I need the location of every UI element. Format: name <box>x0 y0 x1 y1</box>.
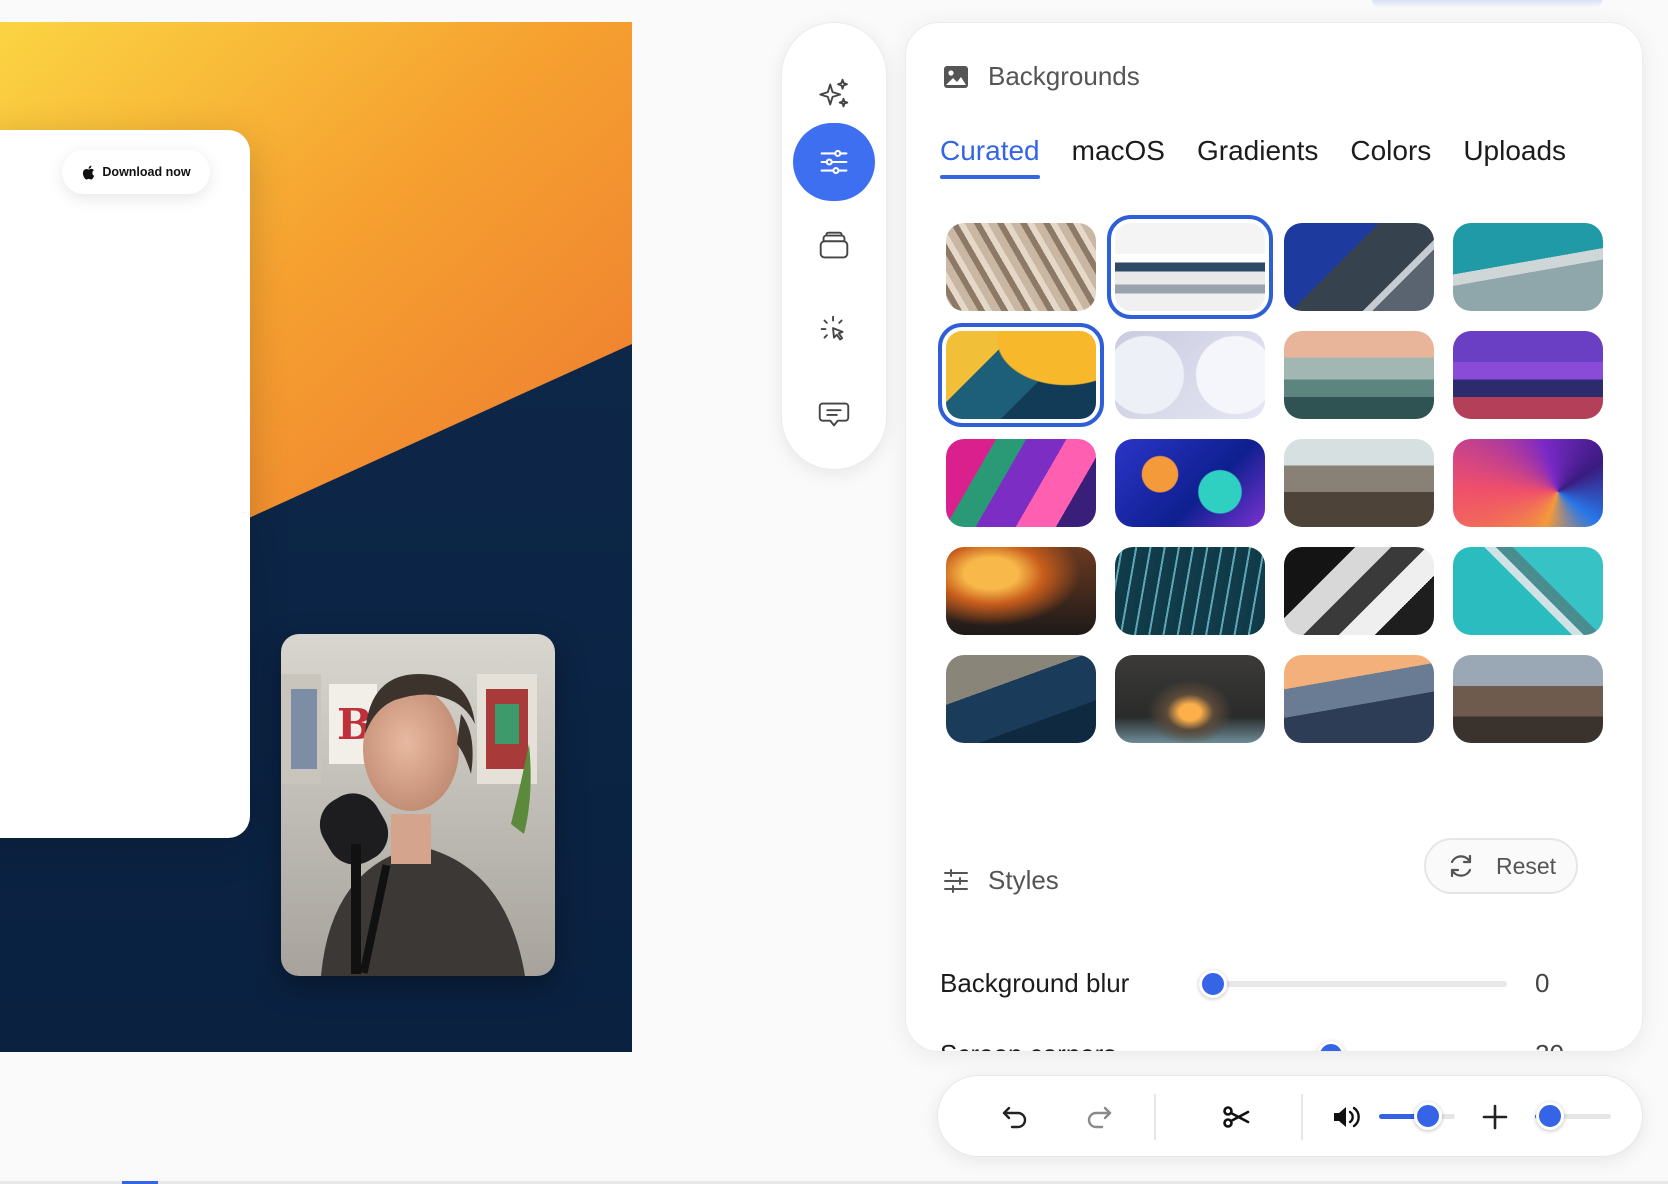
slider-thumb[interactable] <box>1316 1040 1345 1051</box>
bg-thumb-white-architecture[interactable] <box>1107 215 1273 319</box>
toolbar-divider <box>1301 1094 1303 1140</box>
download-now-button[interactable]: Download now <box>62 150 210 194</box>
image-icon <box>944 65 968 88</box>
panel-title: Backgrounds <box>988 61 1140 91</box>
slider-thumb[interactable] <box>1536 1102 1565 1130</box>
bg-thumb-dolomites[interactable] <box>1453 655 1603 743</box>
redo-button[interactable] <box>1076 1094 1122 1140</box>
bg-thumb-light-streaks[interactable] <box>1115 547 1265 635</box>
screen-corners-value: 20 <box>1535 1039 1575 1051</box>
bg-thumb-blue-building[interactable] <box>1284 223 1434 311</box>
reset-button[interactable]: Reset <box>1424 838 1578 894</box>
webcam-overlay[interactable]: B <box>281 634 555 976</box>
scissors-icon <box>1223 1106 1250 1128</box>
rail-item-cursor[interactable] <box>793 291 875 369</box>
bg-thumb-teal-facade[interactable] <box>1453 223 1603 311</box>
sliders-icon <box>820 149 848 175</box>
screen-corners-slider[interactable] <box>1213 1040 1345 1053</box>
undo-icon <box>1002 1106 1027 1129</box>
cursor-click-icon <box>820 315 844 341</box>
rail-item-comment[interactable] <box>793 375 875 453</box>
backgrounds-panel: Backgrounds Curated macOS Gradients Colo… <box>905 22 1643 1052</box>
styles-title: Styles <box>988 865 1059 895</box>
plus-icon <box>1482 1104 1508 1130</box>
screen-corners-row: Screen corners 20 <box>940 1039 1575 1053</box>
top-glow <box>1372 0 1602 8</box>
bg-thumb-sea-arch[interactable] <box>1115 655 1265 743</box>
background-blur-label: Background blur <box>940 968 1130 998</box>
tab-colors[interactable]: Colors <box>1350 135 1431 175</box>
slider-thumb[interactable] <box>1414 1102 1443 1130</box>
redo-icon <box>1087 1106 1112 1129</box>
tab-curated[interactable]: Curated <box>940 135 1040 179</box>
bg-thumb-magenta-abstract[interactable] <box>946 439 1096 527</box>
styles-header: Styles <box>942 865 1059 896</box>
bg-thumb-purple-burst[interactable] <box>1453 439 1603 527</box>
background-blur-row: Background blur 0 <box>940 968 1575 999</box>
slider-thumb[interactable] <box>1199 969 1227 998</box>
playback-toolbar <box>937 1075 1643 1157</box>
tab-uploads[interactable]: Uploads <box>1463 135 1566 175</box>
refresh-icon <box>1450 854 1472 878</box>
screen-recording-window[interactable]: Download now <box>0 130 250 838</box>
volume-icon <box>1334 1106 1360 1128</box>
bg-thumb-fluid-colors[interactable] <box>1115 439 1265 527</box>
download-now-label: Download now <box>102 165 191 179</box>
bg-thumb-metal-lattice[interactable] <box>946 223 1096 311</box>
background-tabs: Curated macOS Gradients Colors Uploads <box>940 135 1566 179</box>
bg-thumb-dubai-skyline[interactable] <box>1284 439 1434 527</box>
canvas-preview: Download now B <box>0 22 632 1052</box>
background-blur-value: 0 <box>1535 968 1550 998</box>
bg-thumb-alpine-peaks[interactable] <box>1284 655 1434 743</box>
layers-icon <box>819 231 849 259</box>
sliders-icon <box>944 868 968 893</box>
webcam-feed-image: B <box>281 634 555 976</box>
volume-button[interactable] <box>1323 1094 1369 1140</box>
panel-header: Backgrounds <box>942 61 1140 92</box>
zoom-in-button[interactable] <box>1472 1094 1518 1140</box>
undo-button[interactable] <box>992 1094 1038 1140</box>
background-thumbnail-grid <box>938 215 1603 743</box>
apple-logo-icon <box>83 165 95 179</box>
tab-macos[interactable]: macOS <box>1072 135 1165 175</box>
reset-label: Reset <box>1495 852 1557 879</box>
zoom-slider[interactable] <box>1535 1102 1611 1130</box>
cut-button[interactable] <box>1213 1094 1259 1140</box>
bg-thumb-white-shapes[interactable] <box>1115 331 1265 419</box>
bg-thumb-bw-building[interactable] <box>1284 547 1434 635</box>
comment-icon <box>818 402 850 427</box>
background-blur-slider[interactable] <box>1199 969 1507 998</box>
volume-slider[interactable] <box>1379 1102 1455 1130</box>
bg-thumb-purple-city[interactable] <box>1453 331 1603 419</box>
tab-gradients[interactable]: Gradients <box>1197 135 1318 175</box>
rail-item-adjust[interactable] <box>793 123 875 201</box>
bg-thumb-turquoise-building[interactable] <box>1453 547 1603 635</box>
bg-thumb-sunset-clouds[interactable] <box>946 547 1096 635</box>
bg-thumb-misty-mountains[interactable] <box>1284 331 1434 419</box>
toolbar-divider <box>1154 1094 1156 1140</box>
sparkles-icon <box>819 78 849 108</box>
rail-item-layers[interactable] <box>793 207 875 285</box>
screen-corners-label: Screen corners <box>940 1039 1213 1051</box>
rail-item-magic[interactable] <box>793 55 875 133</box>
bg-thumb-yellow-teal-wave[interactable] <box>938 323 1104 427</box>
tool-rail <box>781 22 887 470</box>
bg-thumb-earth-orbit[interactable] <box>946 655 1096 743</box>
slider-fill <box>1213 1052 1331 1053</box>
